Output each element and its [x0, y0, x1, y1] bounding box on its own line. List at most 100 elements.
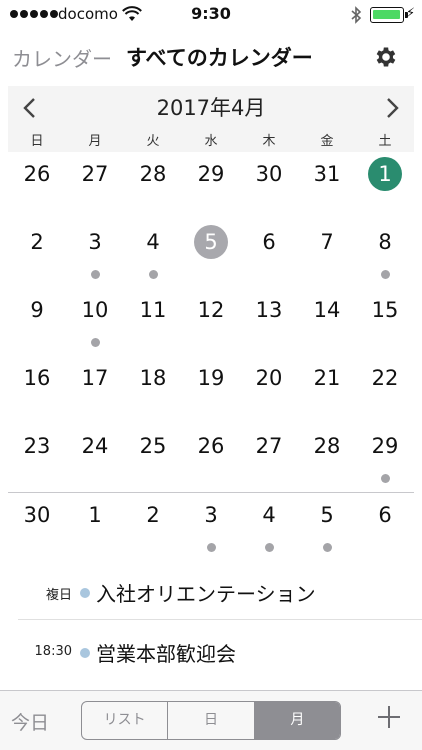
- day-number: 3: [88, 230, 102, 254]
- day-cell[interactable]: 7: [298, 220, 356, 288]
- day-cell[interactable]: 11: [124, 288, 182, 356]
- day-cell[interactable]: 29: [182, 152, 240, 220]
- day-number: 27: [255, 434, 283, 458]
- day-cell[interactable]: 29: [356, 424, 414, 492]
- day-cell[interactable]: 28: [298, 424, 356, 492]
- day-number: 2: [146, 503, 160, 527]
- day-cell-today[interactable]: 1: [356, 152, 414, 220]
- month-header: 2017年4月 日 月 火 水 木 金 土: [8, 86, 414, 152]
- event-row[interactable]: 18:30 営業本部歓迎会: [18, 620, 422, 680]
- day-number: 24: [81, 434, 109, 458]
- day-cell[interactable]: 6: [240, 220, 298, 288]
- day-cell[interactable]: 13: [240, 288, 298, 356]
- day-cell[interactable]: 16: [8, 356, 66, 424]
- day-cell[interactable]: 2: [8, 220, 66, 288]
- today-button[interactable]: 今日: [11, 708, 49, 735]
- segment-day[interactable]: 日: [168, 702, 255, 739]
- battery-icon: [370, 7, 408, 23]
- day-cell[interactable]: 4: [124, 220, 182, 288]
- calendar-color-dot: [80, 648, 90, 658]
- week-row: 16 17 18 19 20 21 22: [8, 356, 414, 424]
- day-number: 15: [371, 298, 399, 322]
- week-row: 26 27 28 29 30 31 1: [8, 152, 414, 220]
- day-number: 13: [255, 298, 283, 322]
- month-title: 2017年4月: [156, 96, 266, 120]
- week-row: 30 1 2 3 4 5 6: [8, 492, 414, 560]
- plus-icon[interactable]: [376, 704, 402, 730]
- day-number: 28: [313, 434, 341, 458]
- day-number: 16: [23, 366, 51, 390]
- day-cell[interactable]: 17: [66, 356, 124, 424]
- day-number: 6: [378, 503, 392, 527]
- month-grid: 26 27 28 29 30 31 1 2 3 4 5 6 7 8 9 10 11 12 13 14 15 16 17 18 1…: [8, 152, 414, 560]
- day-cell[interactable]: 15: [356, 288, 414, 356]
- calendar-color-dot: [80, 588, 90, 598]
- day-number: 9: [30, 298, 44, 322]
- event-indicator-dot: [380, 270, 390, 279]
- day-cell[interactable]: 4: [240, 493, 298, 560]
- gear-icon[interactable]: [373, 44, 399, 70]
- day-cell[interactable]: 18: [124, 356, 182, 424]
- event-indicator-dot: [264, 543, 274, 552]
- day-cell[interactable]: 23: [8, 424, 66, 492]
- day-number: 21: [313, 366, 341, 390]
- day-cell[interactable]: 3: [66, 220, 124, 288]
- day-number: 23: [23, 434, 51, 458]
- charging-icon: ⚡: [406, 6, 416, 21]
- event-time: 18:30: [34, 644, 72, 659]
- weekday-label: 日: [30, 134, 44, 149]
- day-number: 29: [197, 162, 225, 186]
- next-month-chevron-icon[interactable]: [382, 96, 402, 120]
- day-cell[interactable]: 1: [66, 493, 124, 560]
- day-cell[interactable]: 2: [124, 493, 182, 560]
- day-cell[interactable]: 6: [356, 493, 414, 560]
- day-cell-selected[interactable]: 5: [182, 220, 240, 288]
- day-cell[interactable]: 9: [8, 288, 66, 356]
- day-cell[interactable]: 30: [240, 152, 298, 220]
- day-cell[interactable]: 20: [240, 356, 298, 424]
- day-cell[interactable]: 21: [298, 356, 356, 424]
- day-number: 26: [23, 162, 51, 186]
- day-number: 26: [197, 434, 225, 458]
- day-cell[interactable]: 12: [182, 288, 240, 356]
- day-cell[interactable]: 19: [182, 356, 240, 424]
- segment-month[interactable]: 月: [254, 702, 340, 739]
- day-cell[interactable]: 28: [124, 152, 182, 220]
- day-number: 5: [320, 503, 334, 527]
- day-cell[interactable]: 31: [298, 152, 356, 220]
- calendars-back-button[interactable]: カレンダー: [12, 43, 112, 72]
- day-number: 8: [378, 230, 392, 254]
- weekday-label: 火: [146, 134, 160, 149]
- day-number: 1: [368, 157, 402, 191]
- weekday-label: 月: [88, 134, 102, 149]
- view-mode-segmented-control: リスト 日 月: [81, 701, 341, 740]
- week-row: 23 24 25 26 27 28 29: [8, 424, 414, 492]
- day-cell[interactable]: 27: [240, 424, 298, 492]
- day-cell[interactable]: 8: [356, 220, 414, 288]
- day-cell[interactable]: 30: [8, 493, 66, 560]
- weekday-label: 水: [204, 134, 218, 149]
- day-number: 20: [255, 366, 283, 390]
- event-title: 入社オリエンテーション: [96, 582, 316, 606]
- day-cell[interactable]: 5: [298, 493, 356, 560]
- weekday-label: 木: [262, 134, 276, 149]
- segment-list[interactable]: リスト: [82, 702, 169, 739]
- weekday-label: 土: [378, 134, 392, 149]
- day-cell[interactable]: 24: [66, 424, 124, 492]
- bottom-toolbar: 今日 リスト 日 月: [0, 690, 422, 750]
- event-row[interactable]: 複日 入社オリエンテーション: [18, 560, 422, 620]
- event-indicator-dot: [90, 338, 100, 347]
- day-cell[interactable]: 22: [356, 356, 414, 424]
- day-cell[interactable]: 3: [182, 493, 240, 560]
- day-cell[interactable]: 25: [124, 424, 182, 492]
- day-cell[interactable]: 14: [298, 288, 356, 356]
- day-number: 22: [371, 366, 399, 390]
- day-number: 30: [23, 503, 51, 527]
- day-number: 11: [139, 298, 167, 322]
- event-indicator-dot: [90, 270, 100, 279]
- day-number: 2: [30, 230, 44, 254]
- day-cell[interactable]: 10: [66, 288, 124, 356]
- day-cell[interactable]: 27: [66, 152, 124, 220]
- day-cell[interactable]: 26: [182, 424, 240, 492]
- day-cell[interactable]: 26: [8, 152, 66, 220]
